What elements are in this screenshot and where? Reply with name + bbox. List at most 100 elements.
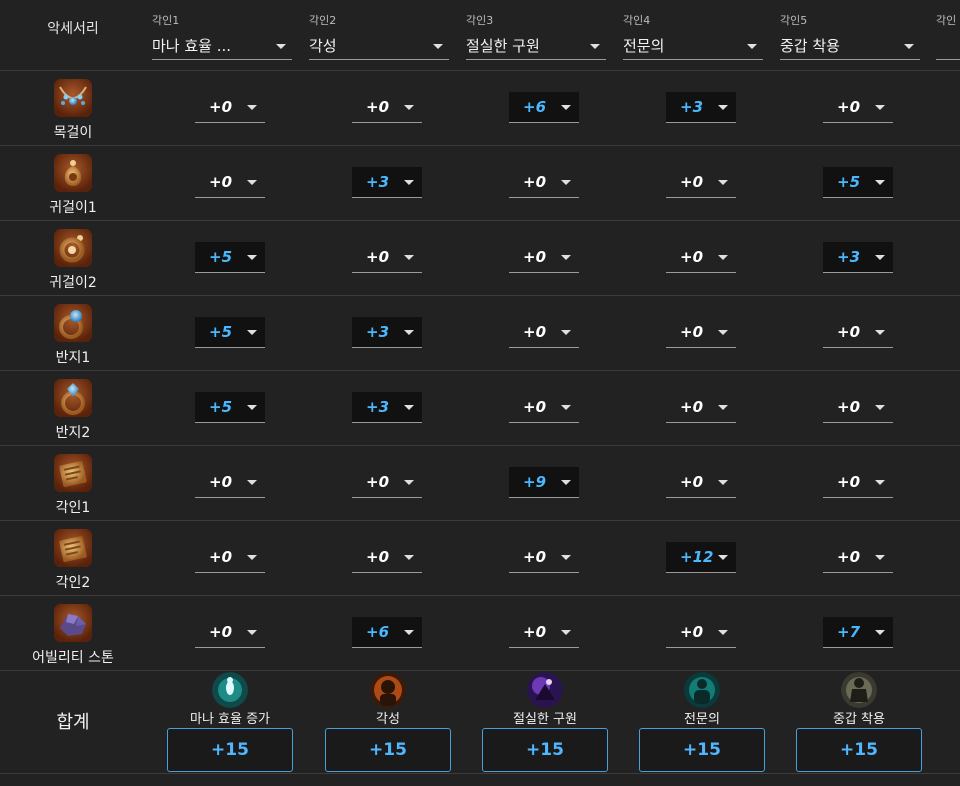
level-value: +0 (523, 173, 547, 191)
level-select[interactable]: +0 (823, 467, 893, 498)
level-select[interactable]: +5 (823, 167, 893, 198)
total-column-2: 각성 +15 (325, 670, 451, 773)
dropdown-arrow-icon (875, 555, 885, 560)
total-value: +15 (840, 740, 878, 760)
level-select[interactable]: +7 (823, 617, 893, 648)
total-value-box: +15 (167, 728, 293, 772)
level-select[interactable]: +0 (195, 92, 265, 123)
accessory-name: 각인1 (55, 500, 91, 516)
level-select[interactable]: +0 (666, 467, 736, 498)
accessory-column-header: 악세서리 (47, 21, 99, 37)
dropdown-arrow-icon (718, 180, 728, 185)
level-select[interactable]: +0 (352, 467, 422, 498)
level-select[interactable]: +3 (823, 242, 893, 273)
engraving-slot-label: 각인 (936, 14, 957, 27)
engraving-select-2[interactable]: 각성 (309, 31, 449, 60)
engraving-select-value: 각성 (309, 37, 337, 55)
engraving-select-1[interactable]: 마나 효율 ... (152, 31, 292, 60)
desperate-salvation-icon (527, 672, 563, 708)
level-value: +3 (680, 98, 704, 116)
dropdown-arrow-icon (875, 255, 885, 260)
total-value: +15 (211, 740, 249, 760)
accessory-row-ring-1: 반지1 +5 +3 +0 +0 +0 (0, 295, 960, 371)
total-engraving-name: 중갑 착용 (833, 712, 885, 727)
level-select[interactable]: +0 (195, 167, 265, 198)
engraving-slot-label: 각인5 (780, 14, 808, 27)
level-select[interactable]: +0 (195, 542, 265, 573)
dropdown-arrow-icon (404, 555, 414, 560)
level-select[interactable]: +0 (352, 242, 422, 273)
dropdown-arrow-icon (904, 44, 914, 49)
master-healer-icon (684, 672, 720, 708)
level-select[interactable]: +5 (195, 242, 265, 273)
level-value: +3 (366, 173, 390, 191)
engraving-select-4[interactable]: 전문의 (623, 31, 763, 60)
level-select[interactable]: +3 (352, 392, 422, 423)
level-select[interactable]: +5 (195, 317, 265, 348)
level-select[interactable]: +6 (352, 617, 422, 648)
level-value: +0 (837, 548, 861, 566)
level-select[interactable]: +0 (352, 92, 422, 123)
level-select[interactable]: +0 (509, 617, 579, 648)
engraving-select-value: 절실한 구원 (466, 37, 540, 55)
level-value: +0 (680, 473, 704, 491)
level-select[interactable]: +0 (509, 242, 579, 273)
engraving-select-6[interactable] (936, 31, 960, 60)
level-value: +0 (209, 623, 233, 641)
engraving-select-3[interactable]: 절실한 구원 (466, 31, 606, 60)
level-select[interactable]: +6 (509, 92, 579, 123)
level-select[interactable]: +0 (509, 167, 579, 198)
level-select[interactable]: +0 (666, 242, 736, 273)
level-select[interactable]: +0 (666, 317, 736, 348)
accessory-name: 귀걸이1 (49, 200, 97, 216)
engraving-slot-label: 각인3 (466, 14, 494, 27)
engraving-column-1: 각인1 마나 효율 ... (152, 0, 292, 70)
accessory-name: 목걸이 (53, 125, 93, 141)
level-select[interactable]: +0 (823, 317, 893, 348)
level-select[interactable]: +0 (509, 392, 579, 423)
totals-label: 합계 (56, 712, 90, 733)
total-value: +15 (369, 740, 407, 760)
level-select[interactable]: +9 (509, 467, 579, 498)
level-select[interactable]: +0 (666, 167, 736, 198)
totals-row: 합계 마나 효율 증가 +15 각성 +15 절실한 구원 +15 전문의 +1… (0, 670, 960, 774)
mana-efficiency-icon (212, 672, 248, 708)
level-value: +0 (523, 548, 547, 566)
level-value: +0 (209, 98, 233, 116)
level-select[interactable]: +5 (195, 392, 265, 423)
engraving-select-5[interactable]: 중갑 착용 (780, 31, 920, 60)
level-select[interactable]: +0 (823, 542, 893, 573)
accessory-row-ability-stone: 어빌리티 스톤 +0 +6 +0 +0 +7 (0, 595, 960, 671)
level-select[interactable]: +3 (352, 317, 422, 348)
dropdown-arrow-icon (561, 405, 571, 410)
level-select[interactable]: +0 (352, 542, 422, 573)
engraving-column-6: 각인 (936, 0, 960, 70)
dropdown-arrow-icon (247, 405, 257, 410)
total-engraving-name: 마나 효율 증가 (189, 712, 271, 727)
necklace-icon (54, 79, 92, 117)
level-select[interactable]: +3 (666, 92, 736, 123)
level-select[interactable]: +0 (195, 617, 265, 648)
level-select[interactable]: +0 (195, 467, 265, 498)
level-select[interactable]: +0 (823, 392, 893, 423)
engraving-select-value: 마나 효율 ... (152, 37, 232, 55)
accessory-row-earring-1: 귀걸이1 +0 +3 +0 +0 +5 (0, 145, 960, 221)
level-value: +0 (680, 248, 704, 266)
total-engraving-name: 전문의 (684, 712, 720, 727)
total-engraving-name: 절실한 구원 (513, 712, 577, 727)
level-value: +0 (680, 398, 704, 416)
level-select[interactable]: +0 (823, 92, 893, 123)
level-select[interactable]: +0 (666, 617, 736, 648)
level-select[interactable]: +0 (509, 542, 579, 573)
level-select[interactable]: +0 (509, 317, 579, 348)
awakening-icon (370, 672, 406, 708)
total-value-box: +15 (639, 728, 765, 772)
level-value: +0 (209, 473, 233, 491)
total-value: +15 (683, 740, 721, 760)
level-value: +7 (837, 623, 861, 641)
heavy-armor-icon (841, 672, 877, 708)
level-value: +12 (680, 548, 714, 566)
level-select[interactable]: +3 (352, 167, 422, 198)
level-select[interactable]: +0 (666, 392, 736, 423)
level-select[interactable]: +12 (666, 542, 736, 573)
